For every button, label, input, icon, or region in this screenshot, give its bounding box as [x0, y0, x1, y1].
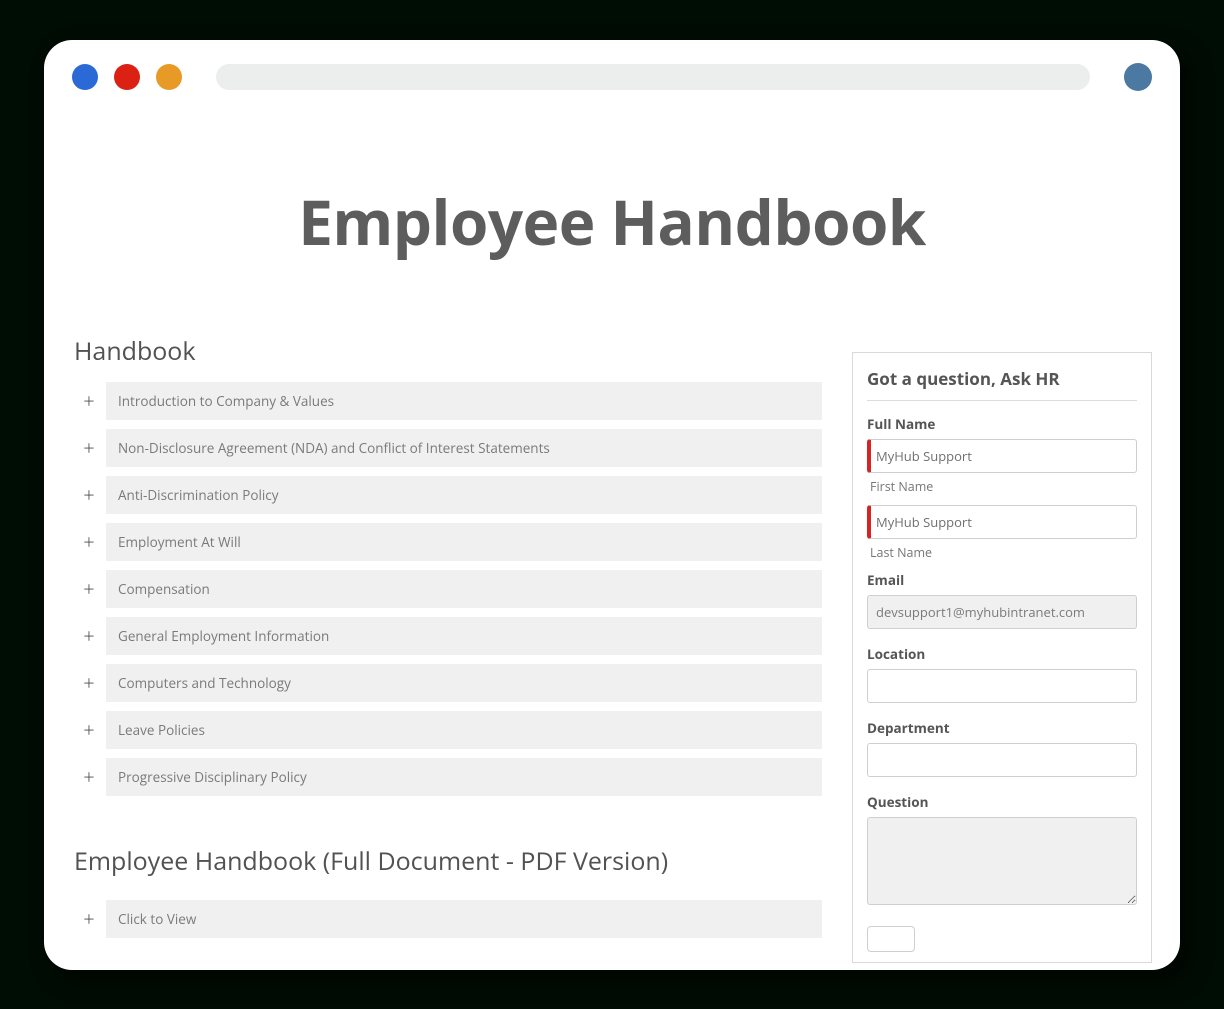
plus-icon: + [72, 720, 106, 740]
accordion-item-label: Non-Disclosure Agreement (NDA) and Confl… [106, 429, 822, 467]
accordion-item-label: Computers and Technology [106, 664, 822, 702]
pdf-heading: Employee Handbook (Full Document - PDF V… [74, 844, 822, 878]
plus-icon: + [72, 391, 106, 411]
accordion-item[interactable]: + Employment At Will [72, 523, 822, 561]
email-label: Email [867, 571, 1137, 589]
plus-icon: + [72, 626, 106, 646]
plus-icon: + [72, 579, 106, 599]
accordion-item[interactable]: + General Employment Information [72, 617, 822, 655]
avatar[interactable] [1124, 63, 1152, 91]
accordion-item-label: Compensation [106, 570, 822, 608]
page-title: Employee Handbook [72, 180, 1152, 264]
full-name-label: Full Name [867, 415, 1137, 433]
hr-card: Got a question, Ask HR Full Name First N… [852, 352, 1152, 963]
accordion-item-label: Employment At Will [106, 523, 822, 561]
window-dot-red [114, 64, 140, 90]
plus-icon: + [72, 767, 106, 787]
last-name-sublabel: Last Name [870, 544, 1137, 561]
department-input[interactable] [867, 743, 1137, 777]
question-textarea[interactable] [867, 817, 1137, 905]
handbook-heading: Handbook [74, 334, 822, 368]
handbook-accordion: + Introduction to Company & Values + Non… [72, 382, 822, 796]
plus-icon: + [72, 485, 106, 505]
plus-icon: + [72, 673, 106, 693]
accordion-item-label: Anti-Discrimination Policy [106, 476, 822, 514]
first-name-input[interactable] [867, 439, 1137, 473]
first-name-sublabel: First Name [870, 478, 1137, 495]
divider [867, 400, 1137, 401]
hr-sidebar: Got a question, Ask HR Full Name First N… [852, 334, 1152, 970]
address-bar[interactable] [216, 64, 1090, 90]
accordion-item-label: Leave Policies [106, 711, 822, 749]
accordion-item-label: Click to View [106, 900, 822, 938]
email-input[interactable] [867, 595, 1137, 629]
accordion-item[interactable]: + Introduction to Company & Values [72, 382, 822, 420]
location-input[interactable] [867, 669, 1137, 703]
location-label: Location [867, 645, 1137, 663]
accordion-item[interactable]: + Progressive Disciplinary Policy [72, 758, 822, 796]
question-label: Question [867, 793, 1137, 811]
window-dot-orange [156, 64, 182, 90]
accordion-item[interactable]: + Click to View [72, 900, 822, 938]
accordion-item[interactable]: + Non-Disclosure Agreement (NDA) and Con… [72, 429, 822, 467]
hr-card-title: Got a question, Ask HR [867, 367, 1137, 390]
pdf-accordion: + Click to View [72, 900, 822, 938]
submit-button[interactable] [867, 926, 915, 952]
accordion-item[interactable]: + Compensation [72, 570, 822, 608]
page-viewport: Employee Handbook Handbook + Introductio… [44, 114, 1180, 970]
window-dot-blue [72, 64, 98, 90]
plus-icon: + [72, 532, 106, 552]
browser-chrome [44, 40, 1180, 115]
last-name-input[interactable] [867, 505, 1137, 539]
main-column: Handbook + Introduction to Company & Val… [72, 334, 822, 970]
accordion-item[interactable]: + Leave Policies [72, 711, 822, 749]
accordion-item-label: Progressive Disciplinary Policy [106, 758, 822, 796]
browser-window: Employee Handbook Handbook + Introductio… [44, 40, 1180, 970]
content-area: Handbook + Introduction to Company & Val… [72, 334, 1152, 970]
plus-icon: + [72, 909, 106, 929]
accordion-item[interactable]: + Anti-Discrimination Policy [72, 476, 822, 514]
accordion-item[interactable]: + Computers and Technology [72, 664, 822, 702]
department-label: Department [867, 719, 1137, 737]
plus-icon: + [72, 438, 106, 458]
accordion-item-label: General Employment Information [106, 617, 822, 655]
pdf-section: Employee Handbook (Full Document - PDF V… [72, 844, 822, 938]
accordion-item-label: Introduction to Company & Values [106, 382, 822, 420]
